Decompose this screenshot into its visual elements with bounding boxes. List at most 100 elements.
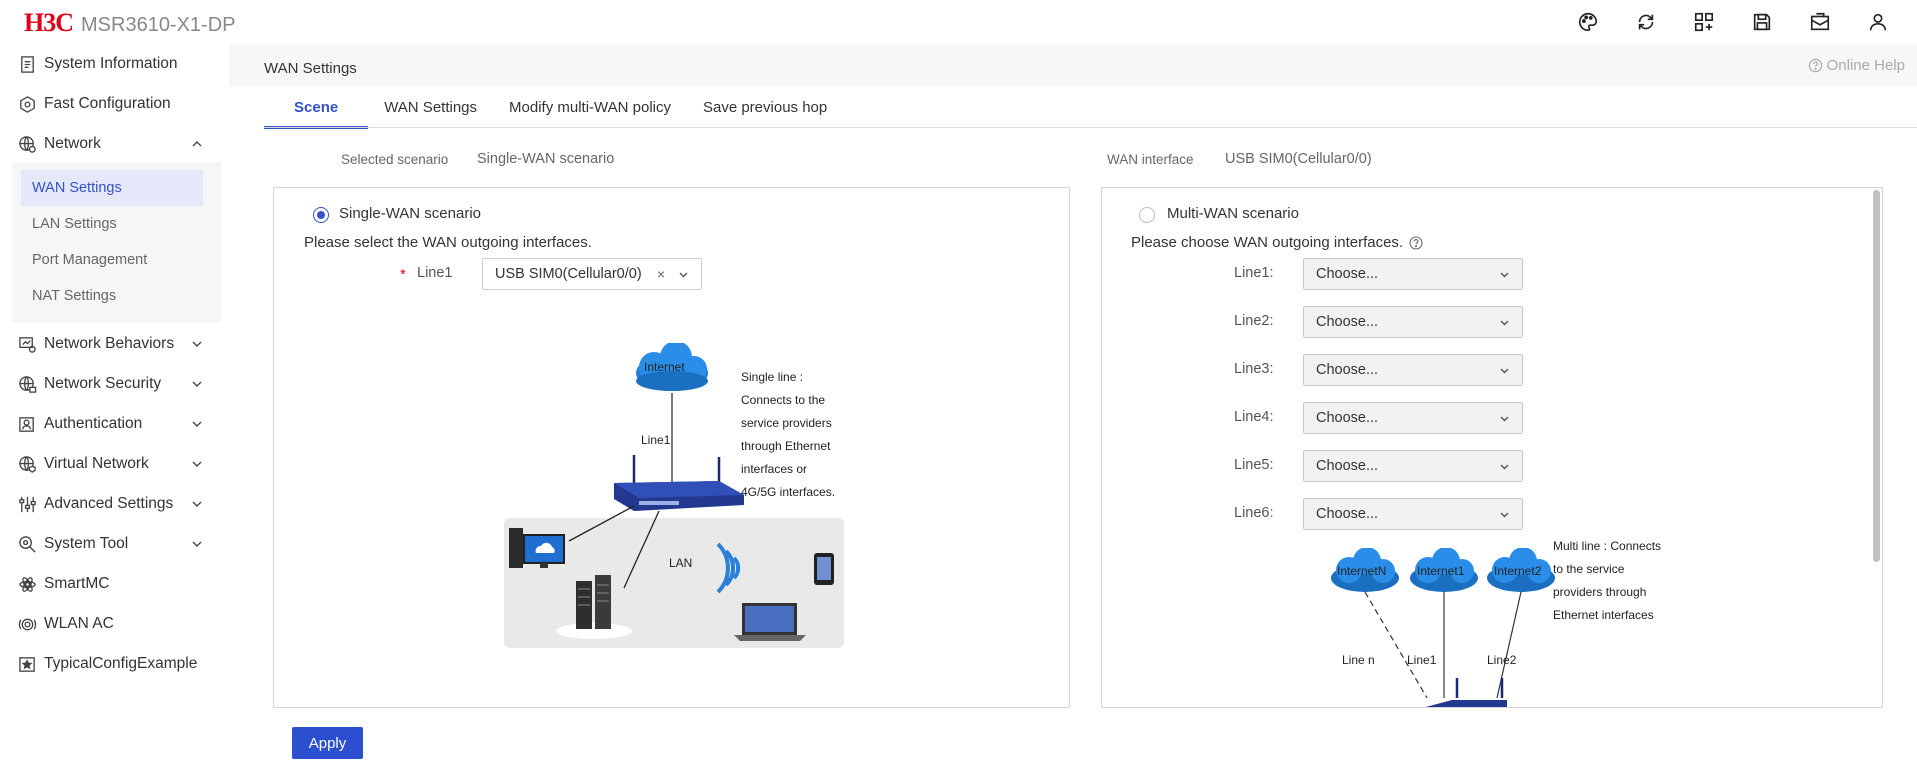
- settings-panel: Scene WAN Settings Modify multi-WAN poli…: [229, 86, 1917, 771]
- sidebar-item-label: System Information: [44, 55, 178, 72]
- multi-wan-radio[interactable]: [1139, 207, 1155, 223]
- line-n-label: Line n: [1342, 653, 1375, 667]
- select-value: Choose...: [1316, 314, 1379, 330]
- router-icon: [614, 455, 744, 511]
- lan-label: LAN: [669, 556, 692, 570]
- sidebar-item-label: Network: [44, 135, 101, 152]
- question-icon[interactable]: [1409, 235, 1423, 250]
- multi-wan-diagram: InternetN Internet1 Internet2 Line n Lin…: [1331, 548, 1555, 707]
- select-value: Choose...: [1316, 266, 1379, 282]
- brand: H3C MSR3610-X1-DP: [24, 8, 236, 38]
- single-wan-radio[interactable]: [313, 207, 329, 223]
- document-icon: [17, 54, 37, 74]
- network-submenu: WAN Settings LAN Settings Port Managemen…: [12, 162, 221, 322]
- chevron-down-icon: [192, 421, 202, 427]
- mobile-phone-icon: [814, 553, 834, 585]
- multi-line3-select[interactable]: Choose...: [1303, 354, 1523, 386]
- sidebar-item-network-behaviors[interactable]: Network Behaviors: [0, 324, 229, 364]
- sidebar-item-system-information[interactable]: System Information: [0, 44, 229, 84]
- save-icon[interactable]: [1733, 10, 1791, 34]
- internet-label: Internet: [644, 360, 685, 374]
- cloud-label-1: Internet1: [1417, 564, 1465, 578]
- chevron-down-icon: [679, 272, 688, 278]
- sidebar-item-advanced-settings[interactable]: Advanced Settings: [0, 484, 229, 524]
- chevron-down-icon: [192, 501, 202, 507]
- chevron-down-icon: [192, 541, 202, 547]
- page-header: WAN Settings Online Help: [229, 44, 1917, 86]
- sidebar-item-label: Advanced Settings: [44, 495, 174, 512]
- multi-line1-select[interactable]: Choose...: [1303, 258, 1523, 290]
- desc-line: Ethernet interfaces: [1553, 608, 1654, 622]
- sliders-icon: [17, 494, 37, 514]
- sync-icon[interactable]: [1617, 10, 1675, 34]
- globe-icon: [17, 134, 37, 154]
- sidebar-item-wlan-ac[interactable]: WLAN AC: [0, 604, 229, 644]
- single-wan-radio-label: Single-WAN scenario: [339, 205, 481, 222]
- multi-line4-select[interactable]: Choose...: [1303, 402, 1523, 434]
- mailbox-icon[interactable]: [1791, 10, 1849, 34]
- sidebar-item-typicalconfigexample[interactable]: TypicalConfigExample: [0, 644, 229, 684]
- tab-save-previous-hop[interactable]: Save previous hop: [687, 86, 843, 128]
- router-icon: [1425, 678, 1507, 707]
- sidebar-item-label: System Tool: [44, 535, 129, 552]
- multi-line6-select[interactable]: Choose...: [1303, 498, 1523, 530]
- chevron-down-icon: [1500, 512, 1509, 518]
- line1-diagram-label: Line1: [641, 433, 671, 447]
- clear-icon[interactable]: ×: [657, 266, 665, 282]
- sidebar-item-smartmc[interactable]: SmartMC: [0, 564, 229, 604]
- tab-scene[interactable]: Scene: [264, 86, 369, 129]
- desc-line: interfaces or: [741, 462, 808, 476]
- sidebar-item-label: SmartMC: [44, 575, 110, 592]
- id-card-icon: [17, 414, 37, 434]
- tab-modify-multi-wan-policy[interactable]: Modify multi-WAN policy: [493, 86, 687, 128]
- single-wan-hint: Please select the WAN outgoing interface…: [304, 234, 592, 251]
- select-value: Choose...: [1316, 362, 1379, 378]
- tab-bar: Scene WAN Settings Modify multi-WAN poli…: [264, 86, 843, 129]
- selected-scenario-label: Selected scenario: [341, 152, 449, 167]
- multi-wan-radio-label: Multi-WAN scenario: [1167, 205, 1299, 222]
- subitem-label: Port Management: [32, 252, 148, 268]
- online-help-link[interactable]: Online Help: [1808, 57, 1905, 74]
- multi-line5-select[interactable]: Choose...: [1303, 450, 1523, 482]
- multi-wan-hint: Please choose WAN outgoing interfaces.: [1131, 234, 1423, 251]
- single-wan-description: Single line : Connects to the service pr…: [741, 366, 835, 504]
- chevron-down-icon: [192, 381, 202, 387]
- tab-wan-settings[interactable]: WAN Settings: [368, 86, 493, 128]
- wifi-ring-icon: [17, 614, 37, 634]
- globe-shield-icon: [17, 454, 37, 474]
- desc-line: through Ethernet: [741, 439, 831, 453]
- sidebar: System Information Fast Configuration Ne…: [0, 44, 229, 771]
- sidebar-item-authentication[interactable]: Authentication: [0, 404, 229, 444]
- apps-icon[interactable]: [1675, 10, 1733, 34]
- sidebar-item-network[interactable]: Network: [0, 124, 229, 164]
- apply-button[interactable]: Apply: [292, 727, 363, 759]
- multi-line2-select[interactable]: Choose...: [1303, 306, 1523, 338]
- sidebar-item-fast-configuration[interactable]: Fast Configuration: [0, 84, 229, 124]
- tabs-divider: [264, 127, 1917, 128]
- chevron-down-icon: [1500, 368, 1509, 374]
- sidebar-subitem-wan-settings[interactable]: WAN Settings: [21, 170, 203, 206]
- multi-wan-hint-text: Please choose WAN outgoing interfaces.: [1131, 234, 1404, 251]
- chevron-up-icon: [192, 141, 202, 147]
- star-image-icon: [17, 654, 37, 674]
- line2-multi-label: Line2: [1487, 653, 1517, 667]
- multi-wan-card: Multi-WAN scenario Please choose WAN out…: [1101, 187, 1883, 708]
- sidebar-item-system-tool[interactable]: System Tool: [0, 524, 229, 564]
- sidebar-subitem-lan-settings[interactable]: LAN Settings: [21, 206, 203, 242]
- sidebar-item-label: Network Security: [44, 375, 162, 392]
- user-icon[interactable]: [1849, 10, 1907, 34]
- sidebar-subitem-port-management[interactable]: Port Management: [21, 242, 203, 278]
- line1-select-value: USB SIM0(Cellular0/0): [495, 266, 642, 282]
- line1-select[interactable]: USB SIM0(Cellular0/0) ×: [482, 258, 702, 290]
- sidebar-item-network-security[interactable]: Network Security: [0, 364, 229, 404]
- line1-multi-label: Line1: [1407, 653, 1437, 667]
- sidebar-item-label: Authentication: [44, 415, 143, 432]
- sidebar-item-virtual-network[interactable]: Virtual Network: [0, 444, 229, 484]
- palette-icon[interactable]: [1559, 10, 1617, 34]
- atom-icon: [17, 574, 37, 594]
- multi-line1-label: Line1:: [1234, 265, 1274, 281]
- multi-wan-scrollbar[interactable]: [1873, 190, 1880, 562]
- sidebar-subitem-nat-settings[interactable]: NAT Settings: [21, 278, 203, 314]
- monitor-icon: [17, 334, 37, 354]
- main-content: WAN Settings Online Help Scene WAN Setti…: [229, 44, 1917, 771]
